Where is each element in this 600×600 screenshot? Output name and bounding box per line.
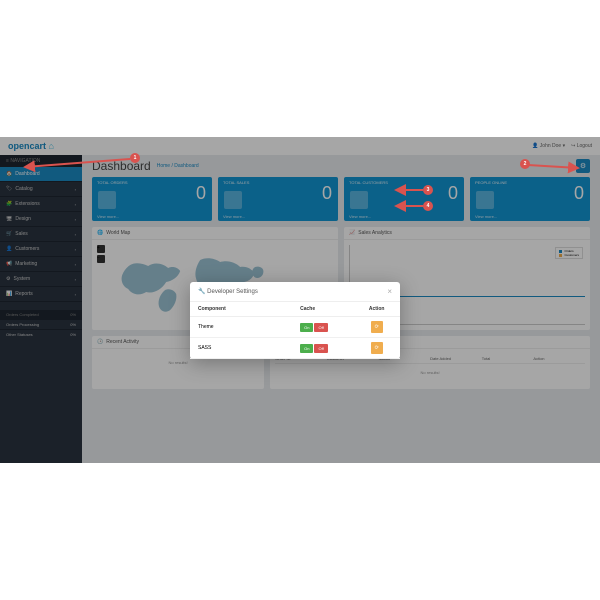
modal-row-sass: SASS On Off ⟳ [190, 338, 400, 359]
refresh-icon: ⟳ [375, 324, 379, 330]
close-icon[interactable]: × [387, 287, 392, 296]
annotation-arrow-1 [20, 157, 135, 171]
annotation-arrow-3 [393, 187, 425, 197]
theme-cache-on-button[interactable]: On [300, 323, 313, 332]
annotation-arrow-4 [393, 203, 425, 213]
sass-refresh-button[interactable]: ⟳ [371, 342, 383, 354]
developer-settings-modal: 🔧 Developer Settings × Component Cache A… [190, 282, 400, 359]
refresh-icon: ⟳ [375, 345, 379, 351]
theme-refresh-button[interactable]: ⟳ [371, 321, 383, 333]
wrench-icon: 🔧 [198, 288, 205, 295]
annotation-arrow-2 [528, 162, 583, 174]
annotation-badge-2: 2 [520, 159, 530, 169]
annotation-badge-3: 3 [423, 185, 433, 195]
annotation-badge-1: 1 [130, 153, 140, 163]
sass-cache-off-button[interactable]: Off [314, 344, 327, 353]
modal-row-theme: Theme On Off ⟳ [190, 317, 400, 338]
theme-cache-off-button[interactable]: Off [314, 323, 327, 332]
annotation-badge-4: 4 [423, 201, 433, 211]
sass-cache-on-button[interactable]: On [300, 344, 313, 353]
modal-header: 🔧 Developer Settings × [190, 282, 400, 302]
